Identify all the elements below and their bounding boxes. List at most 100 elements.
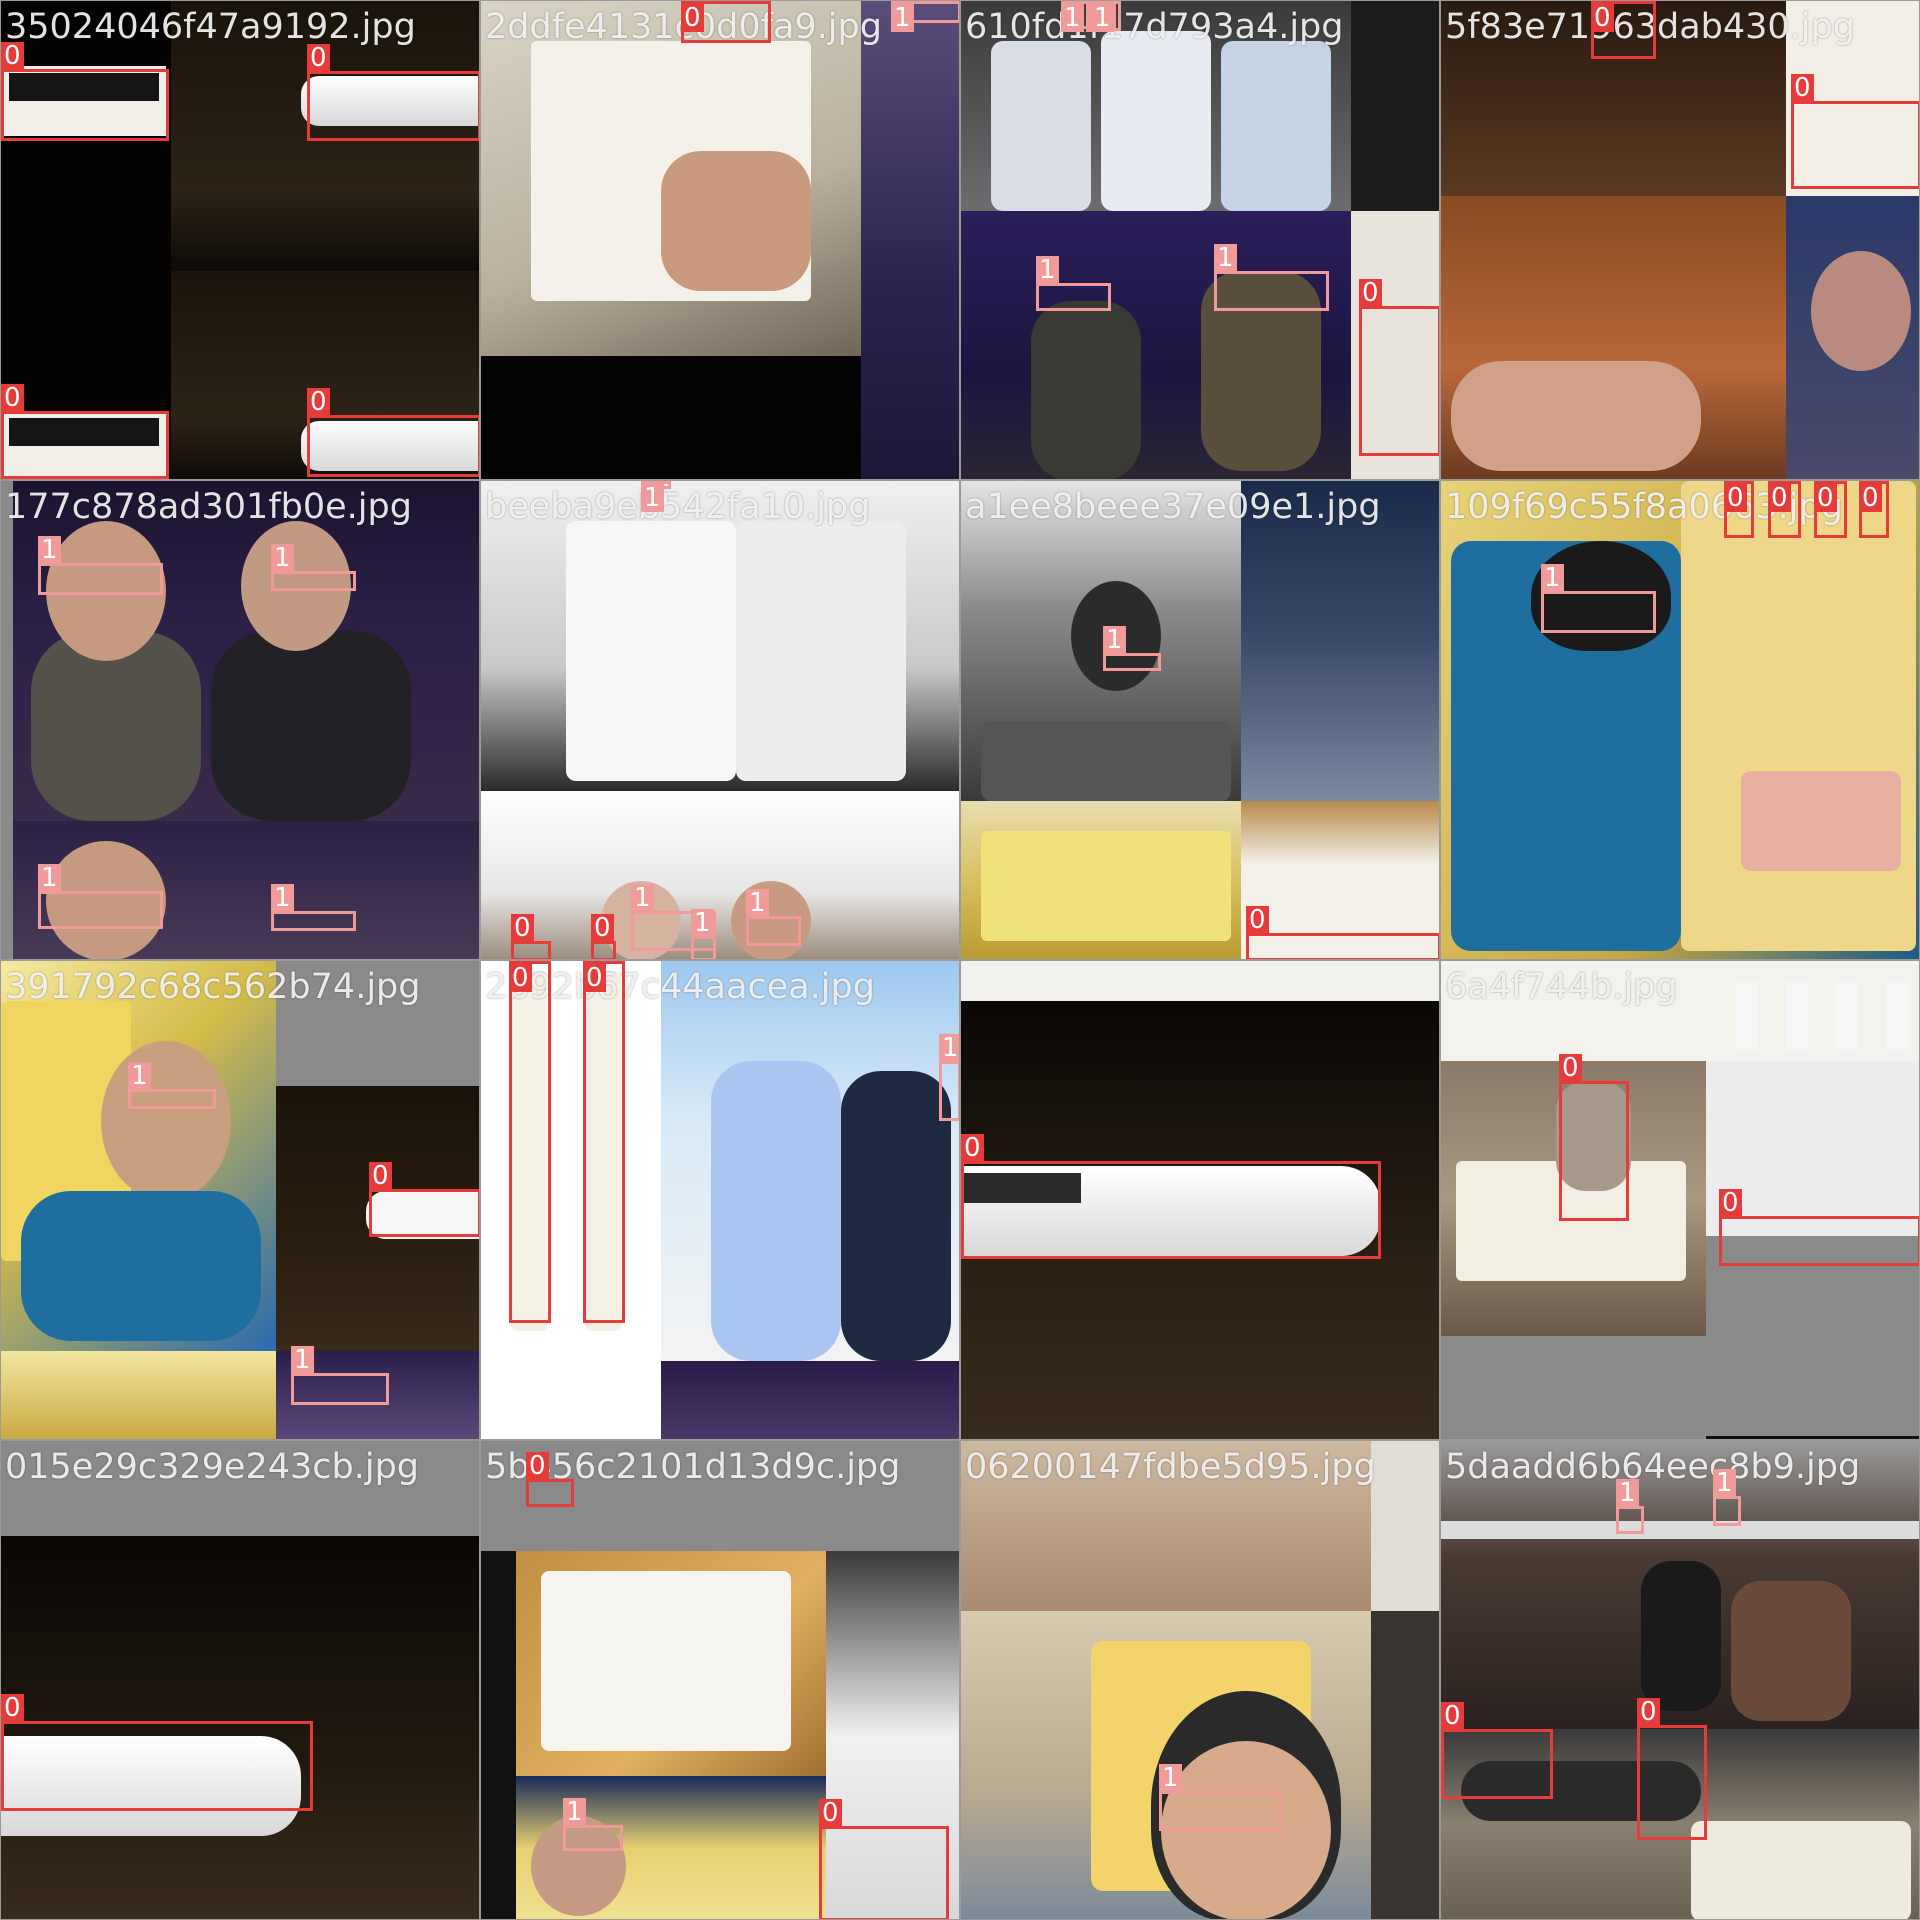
photo-object (1736, 981, 1758, 1051)
mosaic-tile: 2ddfe4131c0d0fa9.jpg01 (480, 0, 960, 480)
photo-object (1836, 981, 1858, 1051)
photo-region (1706, 1236, 1919, 1436)
bounding-box: 0 (1, 42, 169, 141)
bounding-box: 1 (641, 481, 671, 512)
photo-object (991, 41, 1091, 211)
photo-region (861, 1, 959, 479)
class-id-tag: 0 (1559, 1054, 1582, 1082)
mosaic-tile: 610fd1f17d793a4.jpg111110 (960, 0, 1440, 480)
bounding-box: 1 (291, 1346, 389, 1405)
photo-object (1441, 1521, 1919, 1539)
photo-object (1811, 251, 1911, 371)
bounding-box: 0 (1, 384, 169, 479)
photo-object (841, 1071, 951, 1361)
class-id-tag: 0 (1637, 1698, 1660, 1726)
photo-region (961, 961, 1439, 1001)
bounding-box: 1 (1713, 1469, 1741, 1526)
mosaic-tile: 015e29c329e243cb.jpg 0 (0, 1440, 480, 1920)
augmented-mosaic-grid: 35024046f47a9192.jpg00002ddfe4131c0d0fa9… (0, 0, 1920, 1920)
class-id-tag: 0 (1441, 1702, 1464, 1730)
class-id-tag: 1 (128, 1062, 151, 1090)
photo-object (21, 1191, 261, 1341)
bounding-box: 0 (1859, 481, 1889, 538)
class-id-tag: 0 (1, 1694, 24, 1722)
photo-region (481, 791, 959, 959)
photo-object (981, 831, 1231, 941)
bounding-box: 1 (271, 544, 356, 591)
bounding-box: 0 (1768, 481, 1801, 538)
photo-region (1, 1351, 276, 1439)
mosaic-tile: 35024046f47a9192.jpg 0 0 0 0 (0, 0, 480, 480)
mosaic-tile: 2b92b67c44aacea.jpg 0 0 1 (480, 960, 960, 1440)
photo-object (1741, 771, 1901, 871)
bounding-box: 1 (38, 536, 163, 595)
class-id-tag: 1 (291, 1346, 314, 1374)
bounding-box: 0 (369, 1162, 479, 1237)
photo-region (481, 356, 861, 479)
class-id-tag: 1 (691, 909, 714, 937)
photo-region (1351, 1, 1439, 211)
class-id-tag: 0 (511, 914, 534, 942)
bounding-box: 0 (591, 914, 616, 959)
tile-filename: 177c878ad301fb0e.jpg (5, 487, 412, 527)
class-id-tag: 1 (641, 484, 664, 512)
bounding-box: 0 (1441, 1702, 1553, 1799)
bounding-box: 0 (307, 44, 479, 141)
class-id-tag: 0 (1359, 279, 1382, 307)
class-id-tag: 0 (681, 4, 704, 32)
tile-filename: 391792c68c562b74.jpg (5, 967, 421, 1007)
class-id-tag: 0 (1246, 906, 1269, 934)
class-id-tag: 1 (271, 544, 294, 572)
bounding-box: 0 (961, 1134, 1381, 1259)
photo-object (1221, 41, 1331, 211)
bounding-box: 1 (1036, 256, 1111, 311)
bounding-box: 1 (563, 1798, 623, 1851)
mosaic-tile: 5b456c2101d13d9c.jpg 0 1 0 (480, 1440, 960, 1920)
photo-object (541, 1571, 791, 1751)
class-id-tag: 1 (1036, 256, 1059, 284)
tile-filename: 015e29c329e243cb.jpg (5, 1447, 420, 1487)
mosaic-tile: a1ee8beee37e09e1.jpg 1 0 (960, 480, 1440, 960)
class-id-tag: 1 (1103, 626, 1126, 654)
class-id-tag: 1 (939, 1034, 959, 1062)
bounding-box: 0 (1, 1694, 313, 1811)
class-id-tag: 0 (369, 1162, 392, 1190)
class-id-tag: 1 (746, 889, 769, 917)
bounding-box: 0 (1791, 74, 1919, 189)
photo-region (1241, 481, 1439, 801)
photo-object (1451, 361, 1701, 471)
photo-object (101, 1041, 231, 1201)
class-id-tag: 0 (819, 1799, 842, 1827)
class-id-tag: 1 (1713, 1469, 1736, 1497)
class-id-tag: 0 (526, 1452, 549, 1480)
photo-object (1886, 981, 1908, 1051)
class-id-tag: 0 (307, 44, 330, 72)
bounding-box: 1 (38, 864, 163, 929)
tile-filename: 610fd1f17d793a4.jpg (965, 7, 1344, 47)
bounding-box: 1 (128, 1062, 216, 1109)
bounding-box: 0 (509, 961, 551, 1323)
mosaic-tile: 5f83e71963dab430.jpg 0 0 (1440, 0, 1920, 480)
class-id-tag: 1 (1214, 244, 1237, 272)
mosaic-tile: 391792c68c562b74.jpg 1 0 1 (0, 960, 480, 1440)
class-id-tag: 1 (38, 864, 61, 892)
class-id-tag: 1 (1159, 1764, 1182, 1792)
bounding-box: 0 (583, 961, 625, 1323)
class-id-tag: 0 (583, 964, 606, 992)
mosaic-tile: 6a4f744b.jpg 0 0 (1440, 960, 1920, 1440)
photo-region (481, 961, 661, 1439)
photo-object (1641, 1561, 1721, 1711)
photo-object (1101, 31, 1211, 211)
photo-object (1691, 1821, 1911, 1919)
bounding-box: 0 (1246, 906, 1439, 959)
bounding-box: 0 (1724, 481, 1754, 538)
tile-filename: 35024046f47a9192.jpg (5, 7, 416, 47)
photo-object (566, 521, 736, 781)
bounding-box: 0 (1359, 279, 1439, 456)
bounding-box: 0 (307, 388, 479, 477)
class-id-tag: 0 (1719, 1189, 1742, 1217)
photo-object (211, 631, 411, 821)
photo-region (1441, 1336, 1706, 1439)
bounding-box: 0 (526, 1452, 574, 1507)
class-id-tag: 0 (509, 964, 532, 992)
